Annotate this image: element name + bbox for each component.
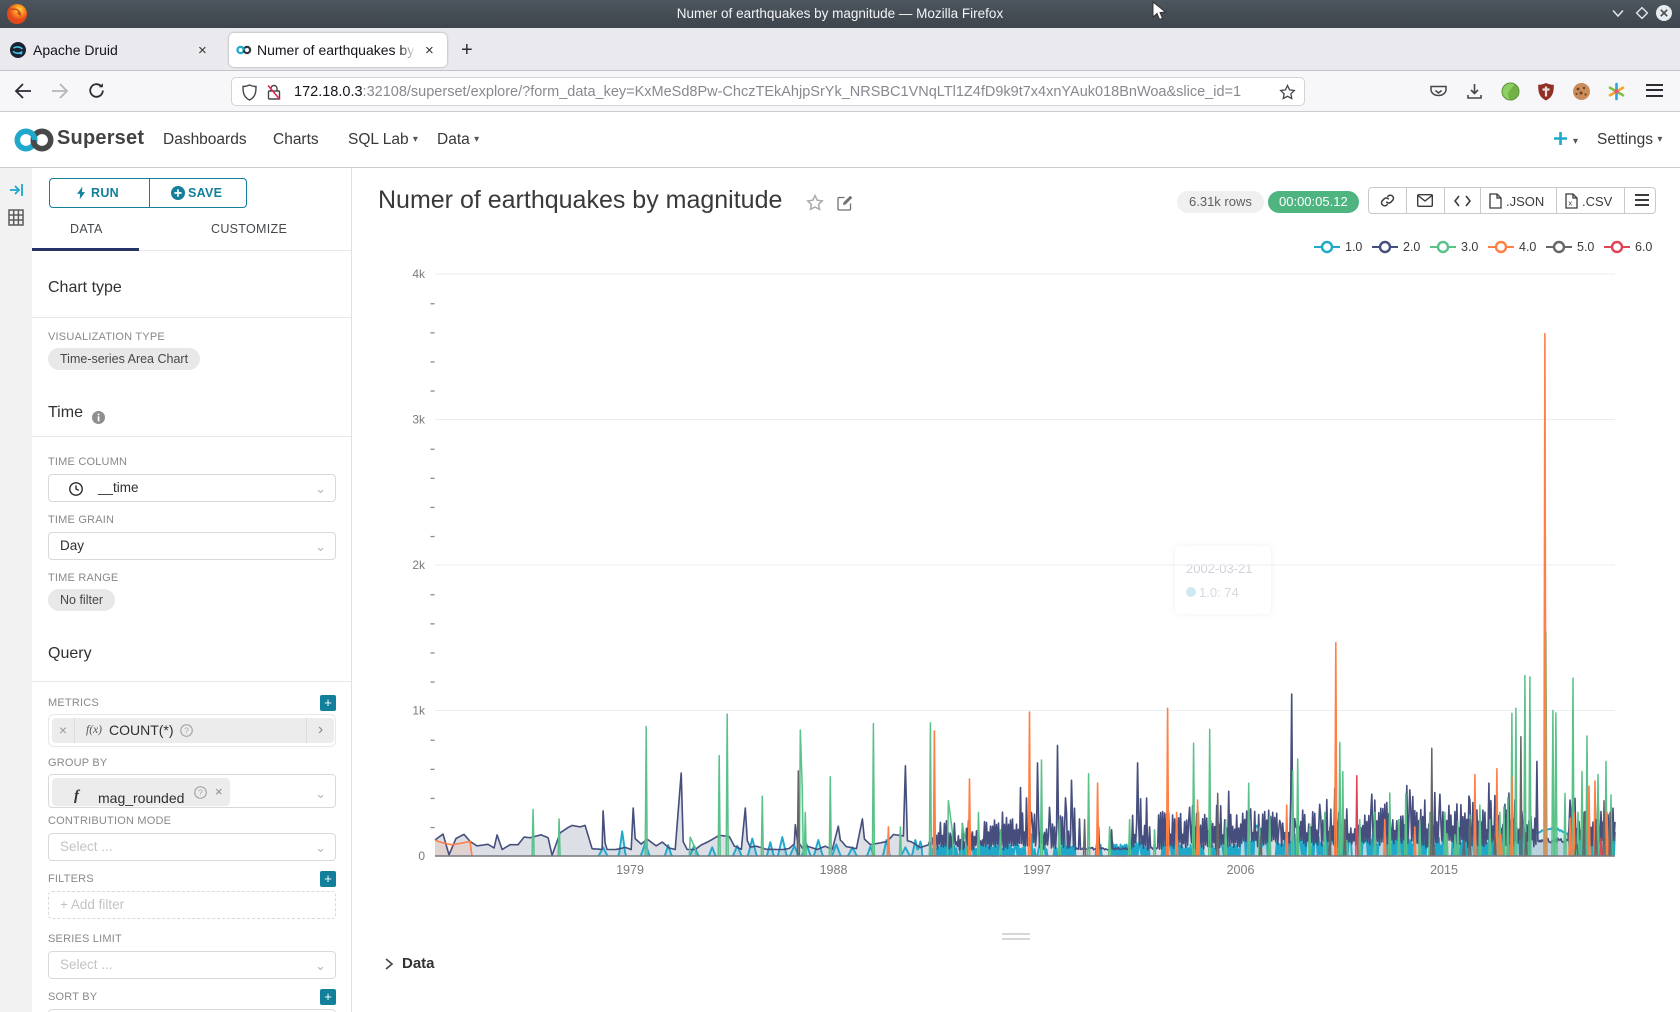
svg-text:?: ? [198,787,203,797]
svg-text:2k: 2k [412,558,426,572]
svg-text:?: ? [184,725,189,735]
svg-text:2015: 2015 [1430,863,1458,877]
svg-text:x: x [1568,199,1572,208]
svg-text:3k: 3k [412,413,426,427]
svg-text:4k: 4k [412,267,426,281]
svg-text:2006: 2006 [1227,863,1255,877]
svg-text:1k: 1k [412,704,426,718]
svg-text:1997: 1997 [1023,863,1051,877]
svg-text:1988: 1988 [820,863,848,877]
svg-text:1979: 1979 [616,863,644,877]
svg-text:0: 0 [418,849,425,863]
